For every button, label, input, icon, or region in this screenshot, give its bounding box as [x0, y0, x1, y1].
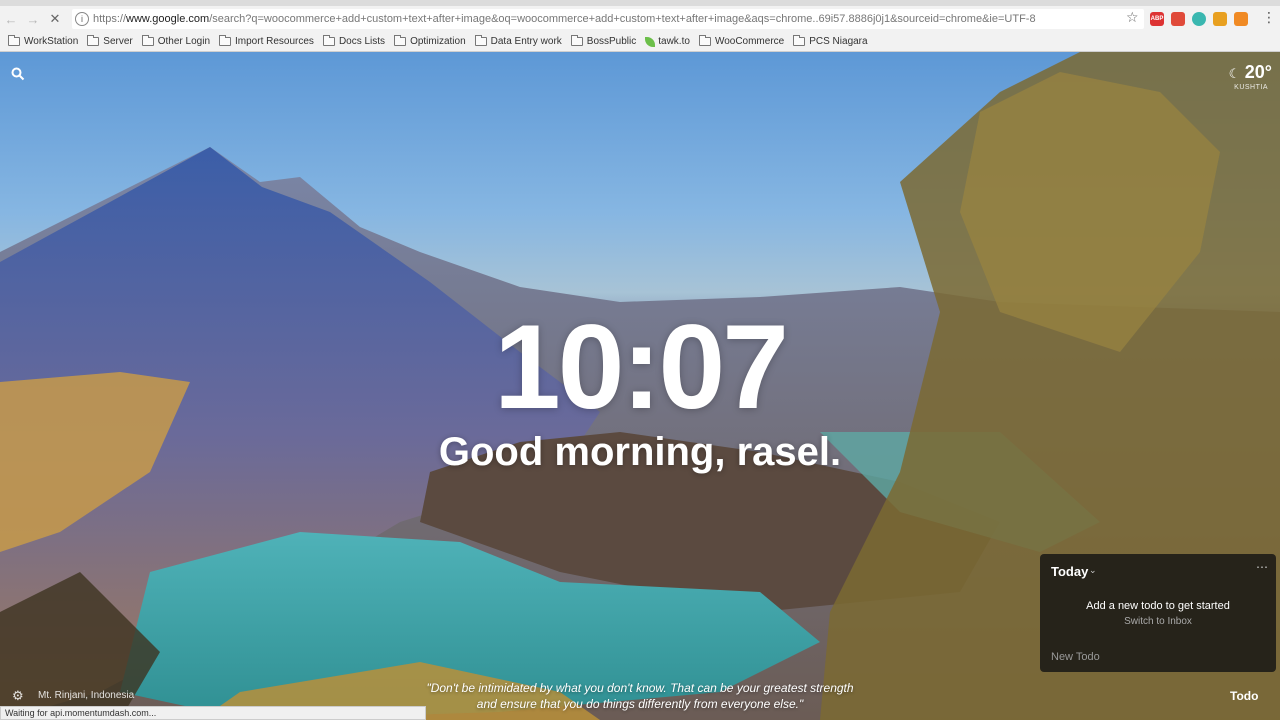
browser-menu-icon[interactable]: ⋮ [1262, 9, 1276, 26]
browser-toolbar: ← → ✕ i https://www.google.com/search?q=… [0, 6, 1280, 32]
extension-orange-icon[interactable] [1234, 12, 1248, 26]
bookmark-label: Import Resources [235, 36, 314, 47]
bookmark-item[interactable]: Import Resources [219, 35, 314, 47]
quote: "Don't be intimidated by what you don't … [380, 680, 900, 712]
folder-icon [698, 35, 711, 46]
bookmark-item[interactable]: WooCommerce [698, 35, 785, 47]
url-host: www.google.com [126, 13, 210, 25]
quote-line-2: and ensure that you do things differentl… [476, 697, 804, 711]
bookmark-label: Docs Lists [338, 36, 386, 47]
bookmark-label: WooCommerce [714, 36, 785, 47]
greeting: Good morning, rasel. [438, 430, 842, 474]
bookmark-item[interactable]: BossPublic [570, 35, 637, 47]
bookmark-label: PCS Niagara [809, 36, 868, 47]
bookmark-label: Other Login [157, 36, 211, 47]
bookmark-item[interactable]: Other Login [141, 35, 211, 47]
more-options-icon[interactable]: ⋯ [1256, 560, 1268, 574]
folder-icon [219, 35, 232, 46]
bookmark-label: WorkStation [24, 36, 79, 47]
extension-red-icon[interactable] [1171, 12, 1185, 26]
stop-button[interactable]: ✕ [44, 8, 66, 30]
extension-chrome-icon[interactable] [1213, 12, 1227, 26]
bookmarks-bar: WorkStation Server Other Login Import Resou… [0, 32, 1280, 52]
settings-gear-icon[interactable]: ⚙ [12, 688, 24, 704]
photo-location[interactable]: Mt. Rinjani, Indonesia [38, 690, 134, 701]
bookmark-label: tawk.to [658, 36, 690, 47]
clock: 10:07 [494, 300, 789, 434]
url-scheme: https:// [93, 13, 127, 25]
site-info-icon[interactable]: i [75, 12, 89, 26]
bookmark-star-icon[interactable]: ☆ [1126, 9, 1139, 26]
bookmark-item[interactable]: Docs Lists [322, 35, 386, 47]
tawk-icon [645, 36, 656, 47]
folder-icon [87, 35, 100, 46]
status-bar: Waiting for api.momentumdash.com... [0, 706, 426, 720]
bookmark-label: Optimization [410, 36, 466, 47]
bookmark-item[interactable]: Server [87, 35, 133, 47]
folder-icon [141, 35, 154, 46]
weather-city: KUSHTIA [1234, 84, 1268, 91]
url-path: /search?q=woocommerce+add+custom+text+af… [209, 13, 1036, 25]
extensions-area: ABP [1150, 12, 1248, 26]
forward-button[interactable]: → [22, 8, 44, 30]
todo-empty-message: Add a new todo to get started [1086, 600, 1230, 612]
bookmark-item[interactable]: tawk.to [645, 36, 690, 47]
folder-icon [474, 35, 487, 46]
address-bar[interactable]: i https://www.google.com/search?q=woocom… [72, 9, 1144, 29]
new-todo-input[interactable]: New Todo [1051, 651, 1100, 663]
bookmark-item[interactable]: PCS Niagara [793, 35, 868, 47]
folder-icon [570, 35, 583, 46]
folder-icon [322, 35, 335, 46]
extension-teal-icon[interactable] [1192, 12, 1206, 26]
bookmark-item[interactable]: Optimization [394, 35, 466, 47]
todo-list-title[interactable]: Today [1051, 564, 1088, 579]
todo-toggle-link[interactable]: Todo [1230, 689, 1258, 703]
moon-icon: ☾ [1228, 66, 1241, 81]
todo-panel: Today ⌄ ⋯ Add a new todo to get started … [1040, 554, 1276, 672]
bookmark-item[interactable]: Data Entry work [474, 35, 562, 47]
switch-to-inbox-link[interactable]: Switch to Inbox [1040, 616, 1276, 627]
bookmark-label: Server [103, 36, 133, 47]
folder-icon [394, 35, 407, 46]
folder-icon [793, 35, 806, 46]
quote-line-1: "Don't be intimidated by what you don't … [426, 681, 854, 695]
weather-widget[interactable]: ☾ 20° KUSHTIA [1212, 62, 1272, 91]
back-button[interactable]: ← [0, 8, 22, 30]
weather-temperature: 20° [1244, 62, 1272, 82]
bookmark-item[interactable]: WorkStation [8, 35, 79, 47]
bookmark-label: Data Entry work [490, 36, 562, 47]
adblock-icon[interactable]: ABP [1150, 12, 1164, 26]
momentum-page: ☾ 20° KUSHTIA 10:07 Good morning, rasel.… [0, 52, 1280, 720]
search-icon[interactable] [11, 67, 25, 81]
folder-icon [8, 35, 20, 46]
bookmark-label: BossPublic [586, 36, 637, 47]
chevron-down-icon[interactable]: ⌄ [1089, 565, 1097, 576]
